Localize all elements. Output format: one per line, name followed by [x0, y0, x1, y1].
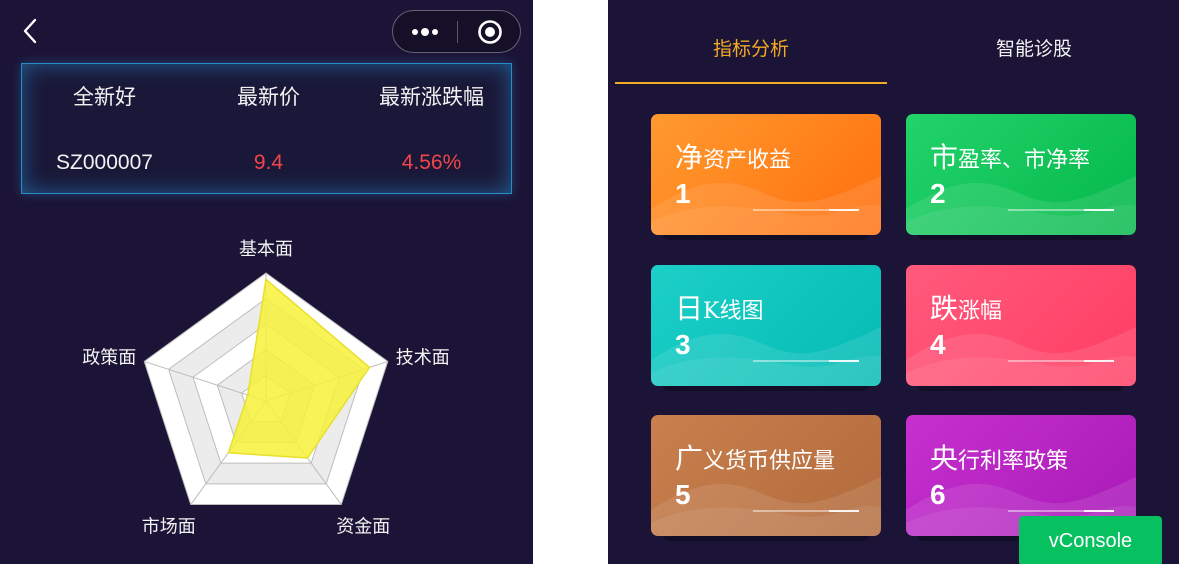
card-title: 跌涨幅	[930, 287, 1002, 327]
card-title-initial: 广	[675, 442, 704, 475]
right-screen: 指标分析 智能诊股 净资产收益 1 市盈率、市净率 2 日K线图 3 跌涨幅 4 广义货币供应量…	[608, 0, 1179, 564]
card-progress-line	[1008, 510, 1114, 512]
close-program-button[interactable]	[458, 11, 521, 52]
radar-axis-label: 技术面	[396, 347, 450, 368]
indicator-card[interactable]: 净资产收益 1	[651, 114, 881, 235]
indicator-card-wrapper: 跌涨幅 4	[906, 265, 1136, 393]
stock-name-header: 全新好	[73, 85, 136, 109]
indicator-card[interactable]: 跌涨幅 4	[906, 265, 1136, 386]
card-title: 央行利率政策	[930, 437, 1068, 477]
tab-smart-diagnosis[interactable]: 智能诊股	[898, 24, 1170, 74]
card-title-initial: 日	[675, 292, 704, 325]
card-title-rest: 盈率、市净率	[958, 148, 1091, 173]
card-title: 广义货币供应量	[675, 437, 835, 477]
indicator-card-wrapper: 日K线图 3	[651, 265, 881, 393]
card-title-rest: 义货币供应量	[703, 449, 836, 474]
stock-code: SZ000007	[56, 151, 153, 174]
card-progress-line	[753, 510, 859, 512]
card-title-initial: 央	[930, 442, 959, 475]
card-number: 4	[930, 329, 946, 360]
card-title: 市盈率、市净率	[930, 136, 1090, 176]
stock-price: 9.4	[253, 151, 284, 174]
card-number: 2	[930, 178, 946, 209]
stock-change: 4.56%	[401, 151, 462, 174]
indicator-card[interactable]: 日K线图 3	[651, 265, 881, 386]
card-title-initial: 跌	[930, 292, 959, 325]
card-title: 日K线图	[675, 287, 763, 327]
indicator-card-wrapper: 净资产收益 1	[651, 114, 881, 242]
card-title-rest: 涨幅	[958, 299, 1003, 324]
card-title-rest: 行利率政策	[958, 449, 1069, 474]
change-header: 最新涨跌幅	[379, 85, 484, 109]
left-screen: 全新好 最新价 最新涨跌幅 SZ000007 9.4 4.56% 基本面技术面资…	[0, 0, 533, 564]
indicator-card-wrapper: 市盈率、市净率 2	[906, 114, 1136, 242]
stock-header-row: 全新好 最新价 最新涨跌幅	[22, 84, 511, 110]
card-progress-line	[1008, 360, 1114, 362]
radar-axis-label: 资金面	[336, 517, 390, 538]
card-number: 6	[930, 479, 946, 510]
card-title-initial: 净	[675, 141, 704, 174]
indicator-card[interactable]: 市盈率、市净率 2	[906, 114, 1136, 235]
vconsole-button[interactable]: vConsole	[1019, 516, 1162, 564]
tab-indicator-analysis[interactable]: 指标分析	[615, 24, 887, 74]
card-title: 净资产收益	[675, 136, 791, 176]
indicator-card[interactable]: 广义货币供应量 5	[651, 415, 881, 536]
card-title-initial: 市	[930, 141, 959, 174]
card-title-rest: 资产收益	[703, 148, 792, 173]
card-progress-line	[753, 360, 859, 362]
active-tab-underline	[615, 82, 887, 84]
card-title-rest: K线图	[703, 299, 764, 324]
card-progress-line	[1008, 209, 1114, 211]
radar-chart: 基本面技术面资金面 市场面 政策面	[82, 239, 450, 538]
radar-axis-label: 市场面	[142, 517, 196, 538]
card-number: 1	[675, 178, 691, 209]
stock-info-panel: 全新好 最新价 最新涨跌幅 SZ000007 9.4 4.56%	[21, 63, 512, 194]
indicator-card-wrapper: 广义货币供应量 5	[651, 415, 881, 543]
stock-value-row: SZ000007 9.4 4.56%	[22, 150, 511, 176]
target-circle-icon	[477, 19, 502, 44]
price-header: 最新价	[237, 85, 300, 109]
card-number: 3	[675, 329, 691, 360]
more-button[interactable]	[393, 11, 457, 52]
radar-axis-label: 基本面	[239, 239, 293, 260]
more-dots-icon	[412, 27, 438, 36]
card-progress-line	[753, 209, 859, 211]
back-button[interactable]	[14, 14, 46, 48]
chevron-left-icon	[23, 18, 37, 44]
card-number: 5	[675, 479, 691, 510]
radar-axis-label: 政策面	[82, 347, 136, 368]
mini-program-capsule	[392, 10, 521, 53]
